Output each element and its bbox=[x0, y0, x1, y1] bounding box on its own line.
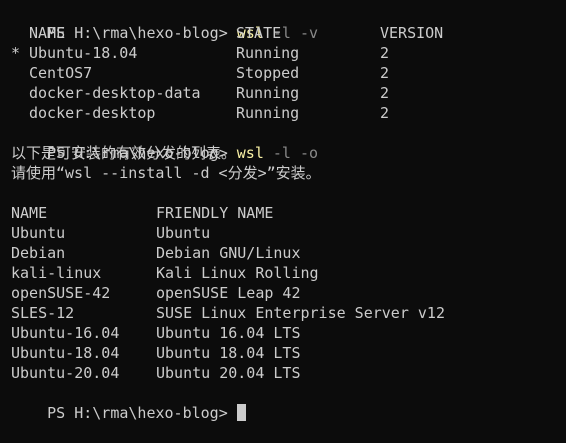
distro-row: docker-desktop Running 2 bbox=[11, 103, 566, 123]
distro-name: docker-desktop-data bbox=[29, 84, 201, 102]
distro-state: Stopped bbox=[236, 64, 300, 82]
online-friendly-name: SUSE Linux Enterprise Server v12 bbox=[156, 304, 445, 322]
online-message-1: 以下是可安装的有效分发的列表。 bbox=[11, 144, 237, 162]
distro-row: * Ubuntu-18.04 Running 2 bbox=[11, 43, 566, 63]
prompt: PS H:\rma\hexo-blog> bbox=[47, 404, 237, 422]
online-friendly-name: Debian GNU/Linux bbox=[156, 244, 301, 262]
online-distro-name: kali-linux bbox=[11, 264, 102, 282]
online-row: Ubuntu-16.04 Ubuntu 16.04 LTS bbox=[11, 323, 566, 343]
online-row: openSUSE-42 openSUSE Leap 42 bbox=[11, 283, 566, 303]
header-name: NAME bbox=[29, 24, 66, 42]
distro-version: 2 bbox=[380, 104, 390, 122]
distro-version: 2 bbox=[380, 44, 390, 62]
online-row: kali-linux Kali Linux Rolling bbox=[11, 263, 566, 283]
default-marker: * bbox=[11, 44, 21, 62]
online-friendly-name: openSUSE Leap 42 bbox=[156, 284, 301, 302]
text-cursor[interactable] bbox=[236, 404, 246, 421]
online-row: Ubuntu Ubuntu bbox=[11, 223, 566, 243]
online-row: Debian Debian GNU/Linux bbox=[11, 243, 566, 263]
distro-row: docker-desktop-data Running 2 bbox=[11, 83, 566, 103]
online-distro-name: openSUSE-42 bbox=[11, 284, 111, 302]
distro-name: Ubuntu-18.04 bbox=[29, 44, 138, 62]
distro-list-header: NAME STATE VERSION bbox=[11, 23, 566, 43]
online-distro-name: Ubuntu-16.04 bbox=[11, 324, 120, 342]
online-distro-name: Ubuntu-20.04 bbox=[11, 364, 120, 382]
online-friendly-name: Ubuntu 16.04 LTS bbox=[156, 324, 301, 342]
online-friendly-name: Ubuntu 18.04 LTS bbox=[156, 344, 301, 362]
online-row: SLES-12 SUSE Linux Enterprise Server v12 bbox=[11, 303, 566, 323]
online-friendly-name: Ubuntu 20.04 LTS bbox=[156, 364, 301, 382]
distro-name: CentOS7 bbox=[29, 64, 93, 82]
online-message-2: 请使用“wsl --install -d <分发>”安装。 bbox=[11, 164, 321, 182]
distro-state: Running bbox=[236, 44, 300, 62]
command-line-1: PS H:\rma\hexo-blog> wsl -l -v bbox=[11, 3, 566, 42]
online-row: Ubuntu-18.04 Ubuntu 18.04 LTS bbox=[11, 343, 566, 363]
online-friendly-name: Ubuntu bbox=[156, 224, 211, 242]
online-friendly-name: Kali Linux Rolling bbox=[156, 264, 319, 282]
distro-row: CentOS7 Stopped 2 bbox=[11, 63, 566, 83]
distro-name: docker-desktop bbox=[29, 104, 156, 122]
input-line[interactable]: PS H:\rma\hexo-blog> bbox=[11, 383, 566, 422]
header-name: NAME bbox=[11, 204, 48, 222]
online-distro-name: Ubuntu-18.04 bbox=[11, 344, 120, 362]
online-list-header: NAME FRIENDLY NAME bbox=[11, 203, 566, 223]
distro-state: Running bbox=[236, 104, 300, 122]
online-distro-name: Ubuntu bbox=[11, 224, 66, 242]
online-distro-name: Debian bbox=[11, 244, 66, 262]
distro-state: Running bbox=[236, 84, 300, 102]
command-line-2: PS H:\rma\hexo-blog> wsl -l -o bbox=[11, 123, 566, 162]
header-state: STATE bbox=[236, 24, 282, 42]
online-distro-name: SLES-12 bbox=[11, 304, 75, 322]
distro-version: 2 bbox=[380, 64, 390, 82]
online-row: Ubuntu-20.04 Ubuntu 20.04 LTS bbox=[11, 363, 566, 383]
terminal-window[interactable]: PS H:\rma\hexo-blog> wsl -l -v NAME STAT… bbox=[0, 0, 566, 422]
distro-version: 2 bbox=[380, 84, 390, 102]
header-version: VERSION bbox=[380, 24, 444, 42]
header-friendly-name: FRIENDLY NAME bbox=[156, 204, 274, 222]
